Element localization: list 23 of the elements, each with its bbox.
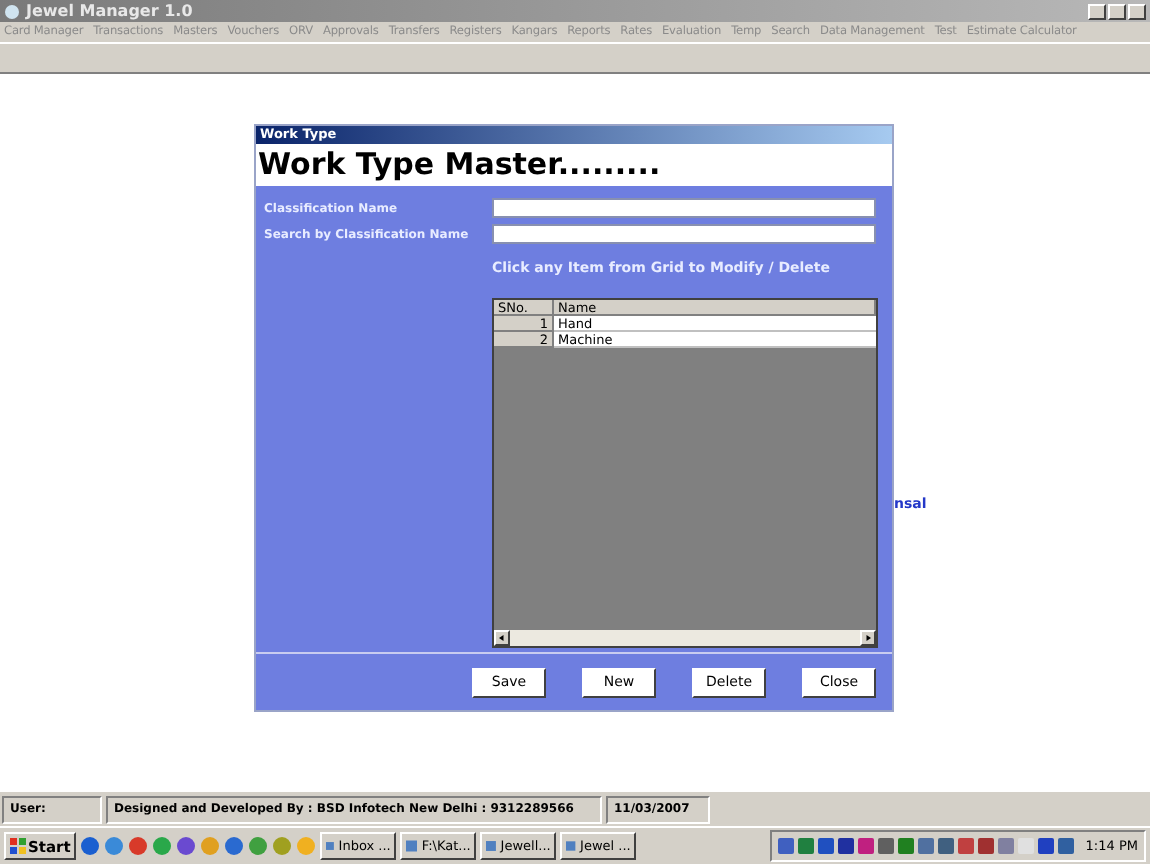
scroll-left-icon[interactable] xyxy=(494,630,510,646)
minimize-button[interactable] xyxy=(1088,3,1106,19)
horizontal-scrollbar[interactable] xyxy=(494,630,876,646)
windows-flag-icon xyxy=(10,838,26,854)
quick-launch-icon[interactable] xyxy=(104,836,125,856)
quick-launch-icon[interactable] xyxy=(128,836,149,856)
quick-launch-icon[interactable] xyxy=(176,836,197,856)
quick-launch-icon[interactable] xyxy=(224,836,245,856)
scroll-right-icon[interactable] xyxy=(860,630,876,646)
quick-launch-icon[interactable] xyxy=(248,836,269,856)
quick-launch-icon[interactable] xyxy=(80,836,101,856)
window-icon xyxy=(406,838,418,854)
restore-button[interactable] xyxy=(1108,3,1126,19)
close-button[interactable] xyxy=(1128,3,1146,19)
window-icon xyxy=(326,838,335,854)
quick-launch-icon[interactable] xyxy=(152,836,173,856)
input-field[interactable] xyxy=(491,198,876,218)
window-title: Jewel Manager 1.0 xyxy=(26,2,193,20)
window-icon xyxy=(566,838,577,854)
window-icon xyxy=(486,838,497,854)
input-field[interactable] xyxy=(491,224,876,244)
form-heading: Work Type Master......... xyxy=(256,144,892,186)
app-icon xyxy=(4,3,20,19)
